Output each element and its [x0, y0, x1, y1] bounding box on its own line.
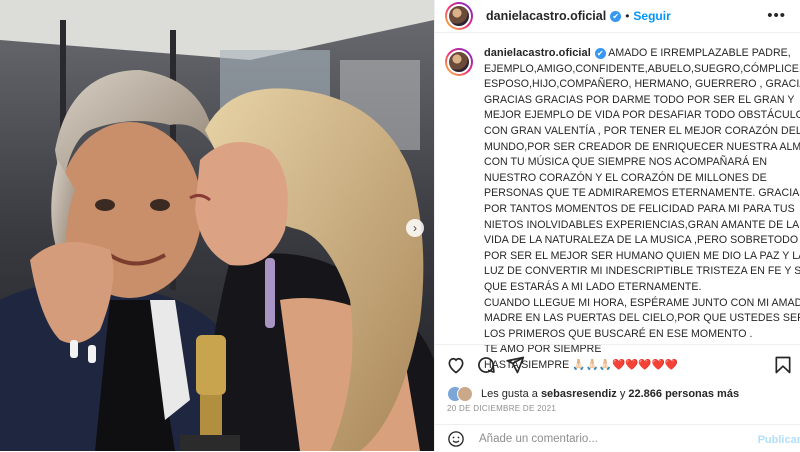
likes-summary: Les gusta a sebasresendiz y 22.866 perso… — [447, 386, 739, 402]
caption-line: MADRE EN LAS PUERTAS DEL CIELO,POR QUE U… — [484, 312, 800, 325]
caption-line: MEJOR EJEMPLO DE VIDA POR DESAFIAR TODO … — [484, 109, 800, 122]
caption-line: LOS PRIMEROS QUE BUSCARÉ EN ESE MOMENTO … — [484, 327, 753, 340]
comment-bar: Añade un comentario... Publicar — [435, 424, 800, 452]
caption-line: POR SER EL MEJOR SER HUMANO QUIEN ME DIO… — [484, 249, 800, 262]
caption-line: ESPOSO,HIJO,COMPAÑERO, HERMANO, GUERRERO… — [484, 78, 800, 91]
emoji-icon[interactable] — [447, 430, 465, 448]
caption-line: CON TU MÚSICA QUE SIEMPRE NOS ACOMPAÑARÁ… — [484, 156, 768, 169]
header-username[interactable]: danielacastro.oficial — [486, 9, 606, 23]
post-header: danielacastro.oficial ✔ • Seguir ••• — [435, 0, 800, 33]
caption-line: AMADO E IRREMPLAZABLE PADRE, — [608, 47, 791, 59]
bookmark-icon[interactable] — [773, 355, 793, 375]
avatar[interactable] — [445, 2, 473, 30]
post-photo[interactable]: › — [0, 0, 434, 451]
publish-button[interactable]: Publicar — [758, 434, 800, 446]
caption-line: NUESTRO CORAZÓN Y EL CORAZÓN DE MILLONES… — [484, 171, 767, 184]
caption-text: danielacastro.oficial ✔ AMADO E IRREMPLAZ… — [484, 46, 800, 373]
caption-line: GRACIAS GRACIAS POR DARME TODO POR SER E… — [484, 93, 795, 106]
post-date[interactable]: 20 DE DICIEMBRE DE 2021 — [447, 404, 556, 413]
likes-prefix: Les gusta a — [481, 388, 538, 400]
caption-line: QUE ESTARÁS A MI LADO ETERNAMENTE. — [484, 280, 702, 293]
more-options-icon[interactable]: ••• — [767, 7, 786, 24]
share-icon[interactable] — [505, 355, 525, 375]
caption-line: EJEMPLO,AMIGO,CONFIDENTE,ABUELO,SUEGRO,C… — [484, 62, 800, 75]
follow-button[interactable]: Seguir — [633, 9, 670, 23]
post-caption: danielacastro.oficial ✔ AMADO E IRREMPLAZ… — [445, 46, 800, 373]
header-separator: • — [625, 9, 630, 23]
post-side-panel: danielacastro.oficial ✔ • Seguir ••• dan… — [434, 0, 800, 451]
caption-line: NIETOS INOLVIDABLES EXPERIENCIAS,GRAN AM… — [484, 218, 800, 231]
caption-line: LUZ DE CONVERTIR MI INDESCRIPTIBLE TRIST… — [484, 265, 800, 278]
comment-icon[interactable] — [476, 355, 496, 375]
likes-user-link[interactable]: sebasresendiz — [541, 388, 617, 400]
caption-line: CUANDO LLEGUE MI HORA, ESPÉRAME JUNTO CO… — [484, 296, 800, 309]
caption-line: CON GRAN VALENTÍA , POR TENER EL MEJOR C… — [484, 124, 800, 137]
likes-count-link[interactable]: 22.866 personas más — [628, 388, 739, 400]
action-bar — [435, 344, 800, 385]
caption-line: POR TANTOS MOMENTOS DE FELICIDAD PARA MI… — [484, 202, 795, 215]
heart-icon[interactable] — [446, 355, 466, 375]
caption-username[interactable]: danielacastro.oficial — [484, 47, 591, 59]
photo-illustration — [0, 0, 434, 451]
caption-avatar[interactable] — [445, 48, 473, 76]
verified-badge-icon: ✔ — [610, 10, 622, 22]
caption-line: MUNDO,POR SER CREADOR DE ENRIQUECER NUES… — [484, 140, 800, 153]
liker-avatar[interactable] — [457, 386, 473, 402]
chevron-right-icon[interactable]: › — [406, 219, 424, 237]
instagram-post: › danielacastro.oficial ✔ • Seguir ••• d… — [0, 0, 800, 451]
caption-line: VIDA DE LA NATURALEZA DE LA MUSICA ,PERO… — [484, 234, 799, 247]
verified-badge-icon: ✔ — [594, 47, 606, 59]
caption-line: PERSONAS QUE TE ADMIRAREMOS ETERNAMENTE.… — [484, 187, 800, 200]
likes-connector: y — [619, 388, 626, 400]
comment-input[interactable]: Añade un comentario... — [479, 433, 598, 445]
